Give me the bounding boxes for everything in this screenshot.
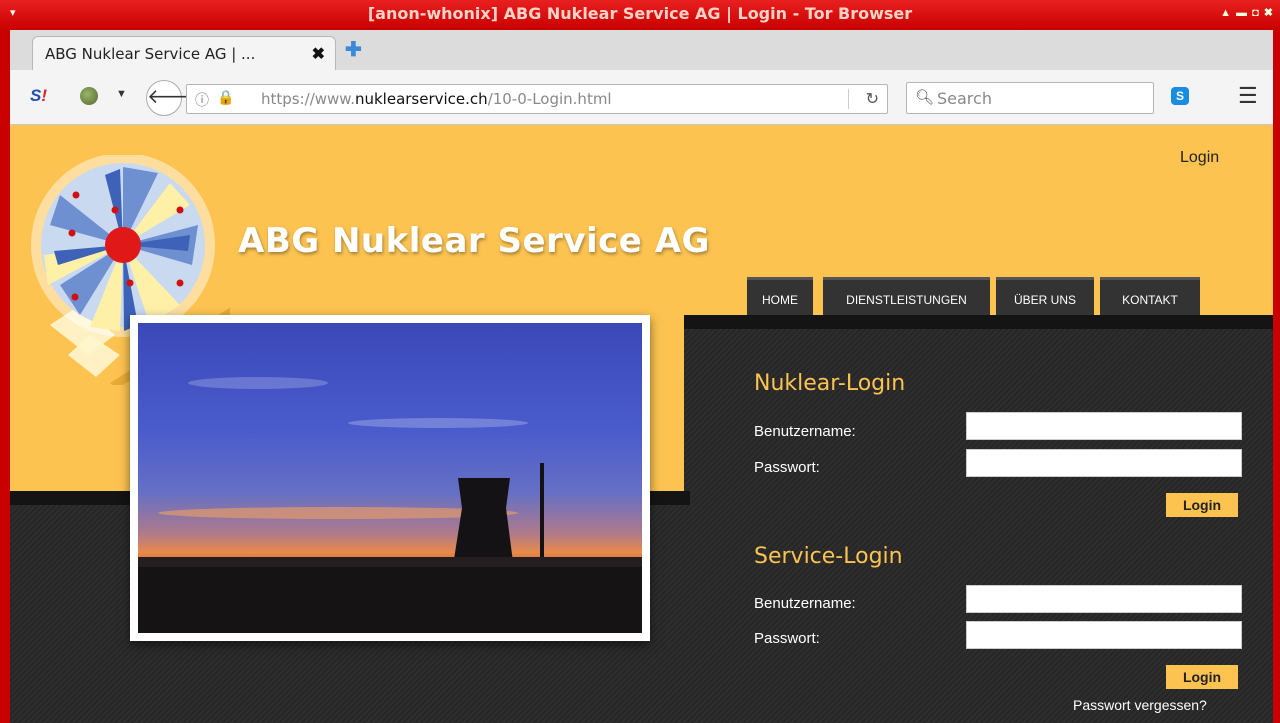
back-button[interactable]: 🡐 [146, 80, 201, 116]
site-brand-title: ABG Nuklear Service AG [238, 221, 710, 261]
window-frame-right [1273, 30, 1280, 723]
service-login-heading: Service-Login [754, 544, 903, 569]
nav-home[interactable]: HOME [747, 277, 813, 315]
nav-toolbar: S! ▼ 🡐 ⓘ 🔒 https://www.nuklearservice.ch… [10, 70, 1273, 125]
page-content: Login ABG Nuklear Service AG HOME DIENST… [10, 125, 1273, 723]
browser-tab[interactable]: ABG Nuklear Service AG | ... ✖ [32, 36, 336, 71]
service-password-label: Passwort: [754, 630, 820, 647]
nuklear-username-input[interactable] [966, 412, 1242, 440]
tab-close-icon[interactable]: ✖ [312, 44, 325, 64]
nuklear-password-input[interactable] [966, 449, 1242, 477]
search-input[interactable]: 🔍︎ Search [906, 82, 1154, 114]
new-tab-icon[interactable]: ✚ [345, 40, 362, 60]
nuklear-password-label: Passwort: [754, 459, 820, 476]
nav-kontakt[interactable]: KONTAKT [1100, 277, 1200, 315]
window-titlebar[interactable]: ▾ [anon-whonix] ABG Nuklear Service AG |… [0, 0, 1280, 30]
url-text[interactable]: https://www.nuklearservice.ch/10-0-Login… [261, 90, 612, 108]
service-password-input[interactable] [966, 621, 1242, 649]
nuklear-login-heading: Nuklear-Login [754, 371, 906, 396]
hamburger-menu-icon[interactable]: ☰ [1238, 83, 1258, 109]
tor-onion-icon[interactable] [80, 87, 98, 105]
service-username-label: Benutzername: [754, 595, 856, 612]
noscript-icon[interactable]: S! [30, 86, 47, 106]
search-icon: 🔍︎ [915, 89, 935, 106]
lock-icon[interactable]: 🔒 [217, 89, 234, 106]
hero-photo-frame [130, 315, 650, 641]
url-separator [848, 89, 849, 109]
skype-icon[interactable]: S [1171, 87, 1189, 105]
tab-title: ABG Nuklear Service AG | ... [45, 45, 256, 63]
nav-ueber-uns[interactable]: ÜBER UNS [996, 277, 1094, 315]
search-placeholder: Search [937, 89, 992, 108]
info-icon[interactable]: ⓘ [195, 90, 209, 110]
window-frame-left [0, 30, 10, 723]
service-username-input[interactable] [966, 585, 1242, 613]
tab-bar: ABG Nuklear Service AG | ... ✖ ✚ [10, 30, 1273, 71]
power-plant-photo [138, 323, 642, 633]
nuklear-login-button[interactable]: Login [1166, 493, 1238, 517]
header-login-link[interactable]: Login [1180, 149, 1219, 167]
nuklear-username-label: Benutzername: [754, 423, 856, 440]
window-controls[interactable]: ▲ ▬ ◘ ✖ [1220, 6, 1274, 19]
nav-dienstleistungen[interactable]: DIENSTLEISTUNGEN [823, 277, 990, 315]
reload-icon[interactable]: ↻ [866, 89, 879, 109]
url-bar[interactable]: ⓘ 🔒 https://www.nuklearservice.ch/10-0-L… [186, 84, 888, 114]
chevron-down-icon[interactable]: ▼ [116, 88, 127, 100]
forgot-password-link[interactable]: Passwort vergessen? [1073, 697, 1207, 713]
service-login-button[interactable]: Login [1166, 665, 1238, 689]
window-title: [anon-whonix] ABG Nuklear Service AG | L… [367, 4, 913, 23]
